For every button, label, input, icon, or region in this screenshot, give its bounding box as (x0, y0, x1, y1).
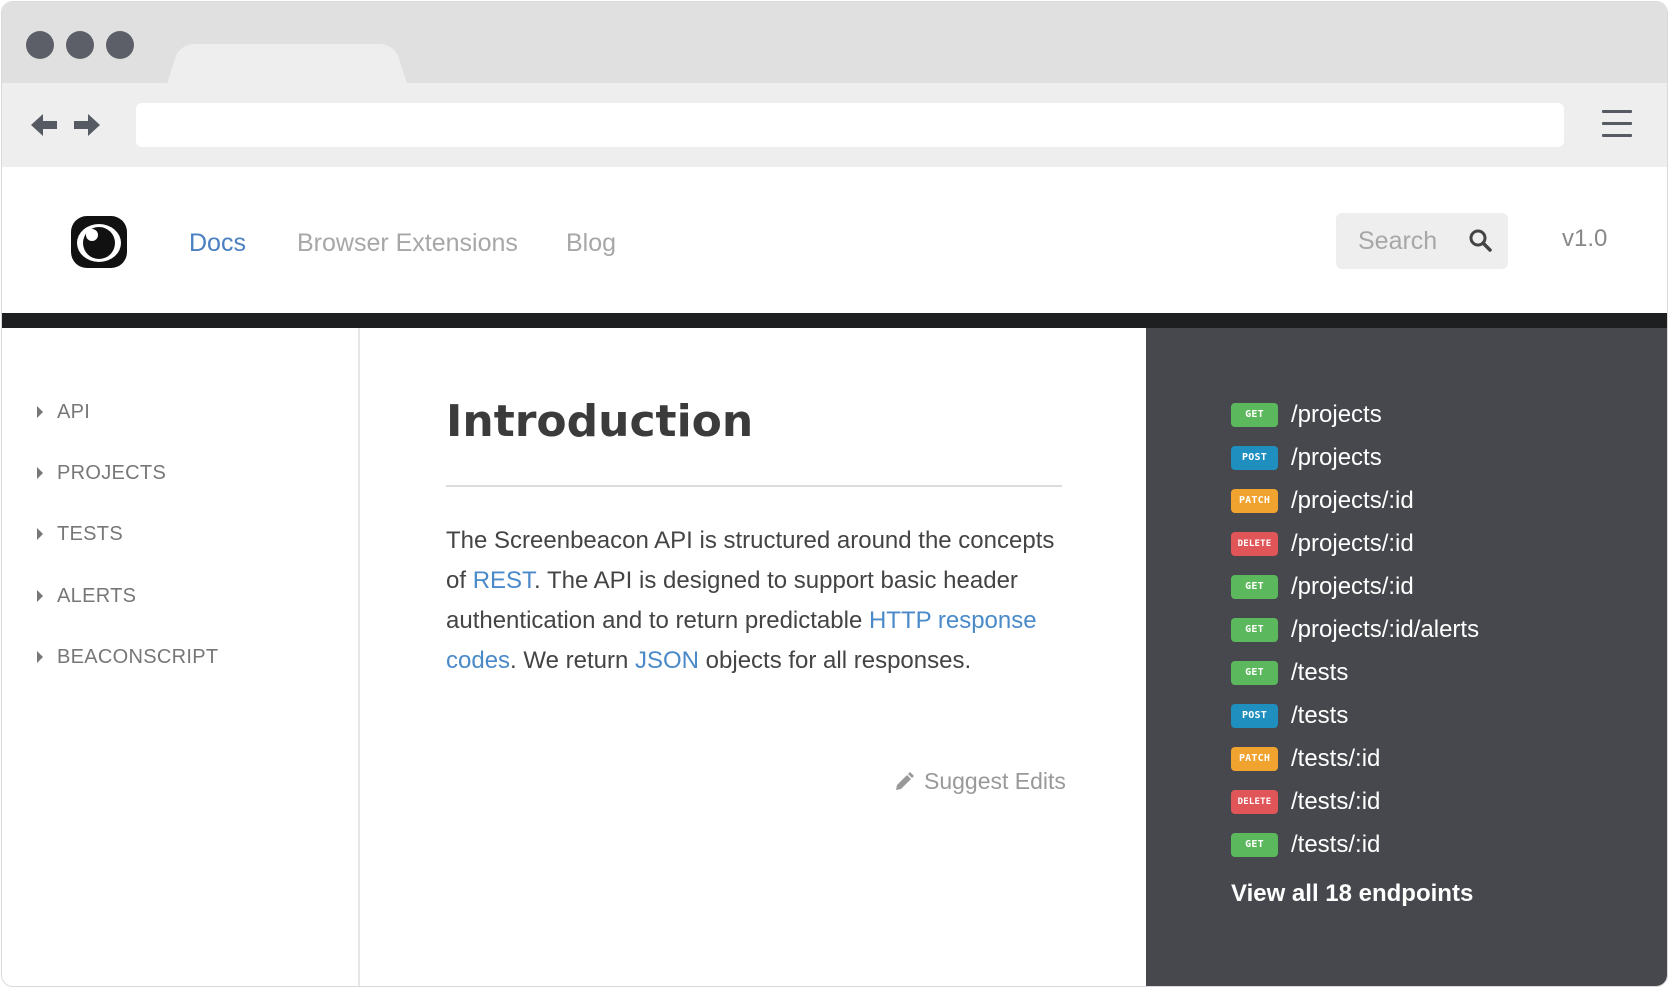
endpoint-item[interactable]: GET /projects (1231, 398, 1382, 432)
rest-link[interactable]: REST (473, 567, 534, 594)
site-header: Docs Browser Extensions Blog Search v1.0 (2, 167, 1667, 313)
sidebar-item-tests[interactable]: TESTS (37, 519, 123, 549)
endpoint-item[interactable]: PATCH /tests/:id (1231, 742, 1380, 776)
method-badge: GET (1231, 618, 1278, 642)
endpoint-path: /projects (1291, 401, 1382, 428)
browser-window: Docs Browser Extensions Blog Search v1.0… (1, 1, 1668, 987)
method-badge: GET (1231, 403, 1278, 427)
title-divider (446, 485, 1062, 487)
endpoint-path: /tests/:id (1291, 745, 1381, 772)
endpoint-path: /projects/:id (1291, 487, 1414, 514)
intro-paragraph: The Screenbeacon API is structured aroun… (446, 521, 1066, 681)
method-badge: DELETE (1231, 790, 1278, 814)
endpoint-item[interactable]: POST /tests (1231, 699, 1348, 733)
endpoint-path: /tests/:id (1291, 788, 1381, 815)
browser-tab[interactable] (167, 43, 407, 84)
method-badge: GET (1231, 833, 1278, 857)
search-input[interactable]: Search (1336, 213, 1508, 269)
search-placeholder: Search (1358, 227, 1438, 255)
caret-right-icon (37, 590, 43, 602)
endpoint-item[interactable]: DELETE /projects/:id (1231, 527, 1414, 561)
sidebar-item-projects[interactable]: PROJECTS (37, 458, 166, 488)
method-badge: POST (1231, 704, 1278, 728)
caret-right-icon (37, 651, 43, 663)
intro-text: objects for all responses. (699, 647, 972, 674)
endpoint-item[interactable]: DELETE /tests/:id (1231, 785, 1380, 819)
endpoint-item[interactable]: GET /projects/:id (1231, 570, 1414, 604)
endpoint-item[interactable]: GET /tests (1231, 656, 1348, 690)
endpoint-path: /projects (1291, 444, 1382, 471)
sidebar-item-beaconscript[interactable]: BEACONSCRIPT (37, 642, 218, 672)
intro-text: . We return (510, 647, 635, 674)
window-close-dot[interactable] (26, 31, 54, 59)
sidebar: API PROJECTS TESTS ALERTS BEACONSCRIPT (2, 328, 360, 986)
endpoint-path: /tests (1291, 702, 1349, 729)
endpoint-path: /tests/:id (1291, 831, 1381, 858)
suggest-edits-button[interactable]: Suggest Edits (894, 768, 1066, 795)
sidebar-item-label: ALERTS (57, 584, 137, 607)
page-title: Introduction (446, 396, 754, 447)
endpoint-item[interactable]: PATCH /projects/:id (1231, 484, 1414, 518)
endpoint-item[interactable]: POST /projects (1231, 441, 1382, 475)
search-icon[interactable] (1468, 228, 1494, 254)
endpoint-path: /projects/:id (1291, 530, 1414, 557)
method-badge: GET (1231, 661, 1278, 685)
header-divider (2, 313, 1667, 328)
back-arrow-icon[interactable] (29, 111, 59, 139)
nav-docs[interactable]: Docs (189, 229, 246, 258)
endpoint-path: /tests (1291, 659, 1349, 686)
json-link[interactable]: JSON (635, 647, 699, 674)
window-maximize-dot[interactable] (106, 31, 134, 59)
main-content: Introduction The Screenbeacon API is str… (360, 328, 1146, 986)
method-badge: PATCH (1231, 747, 1278, 771)
endpoints-panel: GET /projects POST /projects PATCH /proj… (1146, 328, 1667, 986)
endpoint-item[interactable]: GET /projects/:id/alerts (1231, 613, 1479, 647)
menu-icon[interactable] (1602, 110, 1632, 140)
browser-titlebar (2, 2, 1667, 84)
endpoint-item[interactable]: GET /tests/:id (1231, 828, 1380, 862)
sidebar-item-label: BEACONSCRIPT (57, 645, 219, 668)
view-all-endpoints-link[interactable]: View all 18 endpoints (1231, 880, 1473, 908)
address-bar[interactable] (136, 103, 1564, 147)
caret-right-icon (37, 467, 43, 479)
nav-blog[interactable]: Blog (566, 229, 616, 258)
method-badge: POST (1231, 446, 1278, 470)
suggest-edits-label: Suggest Edits (924, 768, 1066, 794)
version-label[interactable]: v1.0 (1562, 225, 1607, 253)
screenbeacon-logo-icon[interactable] (70, 215, 128, 269)
caret-right-icon (37, 406, 43, 418)
endpoint-path: /projects/:id/alerts (1291, 616, 1480, 643)
sidebar-item-alerts[interactable]: ALERTS (37, 581, 136, 611)
window-minimize-dot[interactable] (66, 31, 94, 59)
sidebar-item-api[interactable]: API (37, 397, 90, 427)
forward-arrow-icon[interactable] (72, 111, 102, 139)
pencil-icon (896, 771, 914, 790)
sidebar-item-label: API (57, 400, 91, 423)
nav-browser-extensions[interactable]: Browser Extensions (297, 229, 518, 258)
method-badge: GET (1231, 575, 1278, 599)
method-badge: DELETE (1231, 532, 1278, 556)
caret-right-icon (37, 528, 43, 540)
sidebar-item-label: PROJECTS (57, 461, 167, 484)
method-badge: PATCH (1231, 489, 1278, 513)
browser-toolbar (2, 83, 1667, 167)
sidebar-item-label: TESTS (57, 522, 123, 545)
endpoint-path: /projects/:id (1291, 573, 1414, 600)
